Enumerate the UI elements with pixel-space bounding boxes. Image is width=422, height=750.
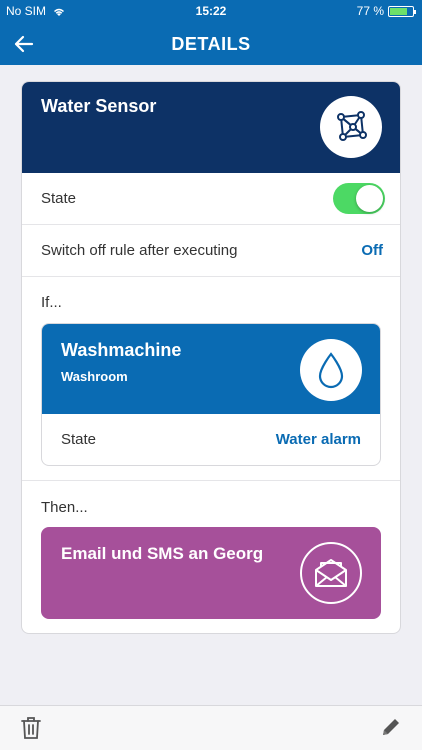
if-device-header: Washmachine Washroom	[42, 324, 380, 414]
then-action-card[interactable]: Email und SMS an Georg	[41, 527, 381, 619]
header-bar: No SIM 15:22 77 % DETAILS	[0, 0, 422, 65]
device-room: Washroom	[61, 369, 128, 384]
switch-off-row[interactable]: Switch off rule after executing Off	[22, 225, 400, 277]
rule-header: Water Sensor	[22, 82, 400, 173]
status-bar: No SIM 15:22 77 %	[0, 0, 422, 22]
pencil-icon[interactable]	[380, 716, 402, 738]
rule-title: Water Sensor	[41, 96, 157, 116]
water-drop-icon	[300, 339, 362, 401]
if-label: If...	[41, 294, 62, 311]
section-divider	[22, 480, 400, 481]
device-state-value: Water alarm	[275, 431, 361, 448]
battery-level	[390, 7, 407, 15]
trash-icon[interactable]	[20, 716, 42, 740]
device-title: Washmachine	[61, 340, 182, 360]
switch-off-value[interactable]: Off	[361, 242, 383, 259]
then-label: Then...	[41, 499, 88, 516]
envelope-icon	[300, 542, 362, 604]
state-toggle[interactable]	[333, 183, 385, 214]
page-title: DETAILS	[171, 34, 251, 54]
status-right: 77 %	[356, 4, 416, 18]
switch-off-label: Switch off rule after executing	[41, 242, 238, 259]
state-row: State	[22, 173, 400, 225]
battery-percent: 77 %	[356, 4, 384, 18]
network-icon	[320, 96, 382, 158]
state-label: State	[41, 190, 77, 207]
toggle-knob	[356, 185, 383, 212]
battery-icon	[388, 5, 416, 17]
device-state-label: State	[61, 431, 97, 448]
if-device-card[interactable]: Washmachine Washroom State Water alarm	[41, 323, 381, 466]
bottom-toolbar	[0, 705, 422, 750]
action-title: Email und SMS an Georg	[61, 544, 264, 563]
rule-card: Water Sensor State Switch off rule after…	[21, 81, 401, 634]
